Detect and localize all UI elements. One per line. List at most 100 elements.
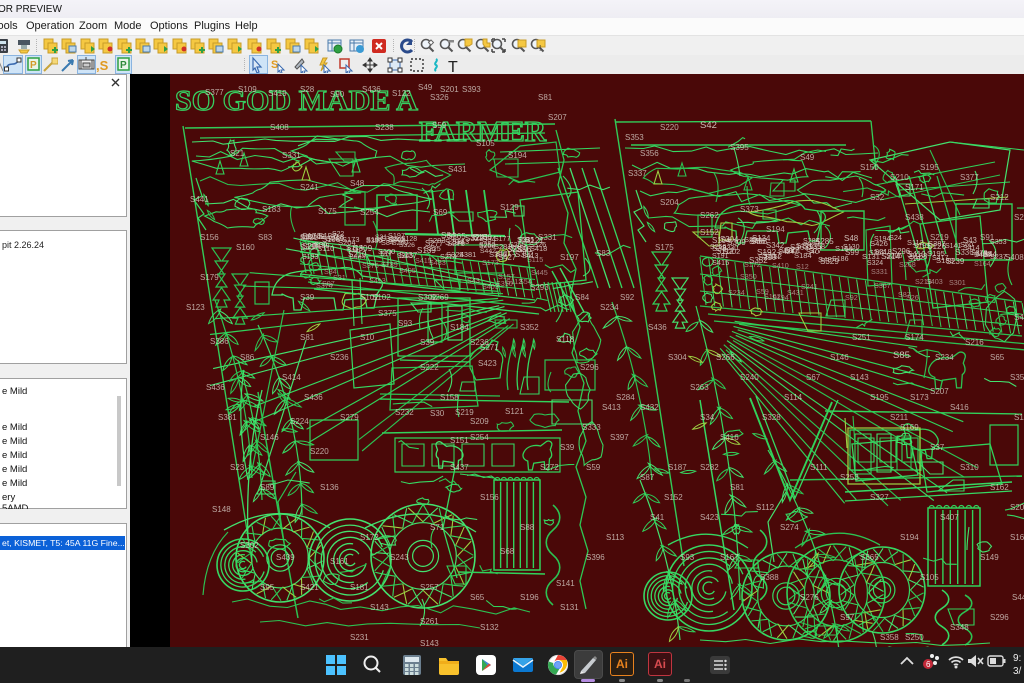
svg-text:S386: S386 <box>210 337 229 346</box>
svg-text:S279: S279 <box>340 413 359 422</box>
svg-text:S160: S160 <box>236 243 255 252</box>
svg-text:S136: S136 <box>320 483 339 492</box>
svg-text:S81: S81 <box>538 93 553 102</box>
svg-text:S416: S416 <box>950 403 969 412</box>
svg-text:S39: S39 <box>420 338 435 347</box>
svg-text:S241: S241 <box>801 282 818 291</box>
svg-text:S403: S403 <box>482 282 499 291</box>
svg-text:S436: S436 <box>304 393 323 402</box>
svg-text:S220: S220 <box>660 123 679 132</box>
svg-text:S234: S234 <box>935 353 954 362</box>
svg-text:S90: S90 <box>330 90 345 99</box>
svg-text:S143: S143 <box>370 603 389 612</box>
svg-text:S28: S28 <box>300 85 315 94</box>
svg-text:S254: S254 <box>360 208 379 217</box>
svg-text:S444: S444 <box>349 252 366 261</box>
svg-text:S97: S97 <box>322 279 335 288</box>
svg-text:S433: S433 <box>429 258 446 267</box>
svg-text:S331: S331 <box>282 151 301 160</box>
svg-text:S413: S413 <box>602 403 621 412</box>
svg-text:S65: S65 <box>470 593 485 602</box>
svg-text:S352: S352 <box>520 323 539 332</box>
svg-text:S109: S109 <box>238 85 257 94</box>
svg-text:S426: S426 <box>870 239 888 248</box>
svg-text:S32: S32 <box>870 193 885 202</box>
svg-text:S219: S219 <box>455 408 474 417</box>
svg-text:S59: S59 <box>756 287 769 296</box>
svg-text:S143: S143 <box>420 639 439 647</box>
svg-text:S413: S413 <box>369 276 386 285</box>
svg-text:S348: S348 <box>950 623 969 632</box>
svg-text:S65: S65 <box>990 353 1005 362</box>
svg-text:S143: S143 <box>850 373 869 382</box>
svg-text:S95: S95 <box>260 583 275 592</box>
svg-text:S86: S86 <box>240 353 255 362</box>
svg-text:S257: S257 <box>420 583 439 592</box>
svg-text:S69: S69 <box>433 208 448 217</box>
svg-text:S213: S213 <box>915 277 932 286</box>
svg-text:S81: S81 <box>730 483 745 492</box>
svg-text:S224: S224 <box>290 417 309 426</box>
svg-text:S293: S293 <box>530 283 549 292</box>
svg-text:S173: S173 <box>910 393 929 402</box>
svg-text:S236: S236 <box>330 353 349 362</box>
svg-text:S39: S39 <box>300 293 315 302</box>
svg-text:S18: S18 <box>330 233 345 242</box>
svg-text:S304: S304 <box>720 235 739 244</box>
svg-text:S195: S195 <box>920 163 939 172</box>
svg-text:S23: S23 <box>230 463 245 472</box>
svg-text:S71: S71 <box>430 523 445 532</box>
svg-text:S201: S201 <box>440 85 459 94</box>
svg-text:S162: S162 <box>990 483 1009 492</box>
svg-text:S34: S34 <box>324 267 337 276</box>
svg-text:P: P <box>120 60 127 71</box>
svg-text:S337: S337 <box>628 169 647 178</box>
svg-text:S168: S168 <box>1010 533 1024 542</box>
svg-text:S444: S444 <box>1012 593 1024 602</box>
svg-text:S37: S37 <box>930 443 945 452</box>
svg-text:S186: S186 <box>832 255 849 263</box>
svg-text:S41: S41 <box>650 513 665 522</box>
svg-text:S393: S393 <box>462 85 481 94</box>
svg-text:S268: S268 <box>899 260 916 269</box>
svg-text:T: T <box>448 59 458 75</box>
svg-text:S92: S92 <box>300 232 314 241</box>
svg-text:S367: S367 <box>874 281 891 290</box>
svg-text:S272: S272 <box>540 463 559 472</box>
svg-text:S350: S350 <box>740 272 757 281</box>
svg-text:S410: S410 <box>772 261 789 270</box>
svg-text:S436: S436 <box>206 383 225 392</box>
svg-text:S83: S83 <box>596 249 611 258</box>
svg-text:S148: S148 <box>212 505 231 514</box>
svg-text:S84: S84 <box>575 293 590 302</box>
svg-text:S12: S12 <box>796 262 809 271</box>
svg-text:S345: S345 <box>397 253 413 260</box>
svg-text:S261: S261 <box>420 617 439 626</box>
svg-text:S414: S414 <box>282 373 301 382</box>
svg-text:S115: S115 <box>527 255 543 264</box>
svg-text:S194: S194 <box>508 151 527 160</box>
svg-text:S253: S253 <box>840 473 859 482</box>
svg-text:S219: S219 <box>930 233 949 242</box>
svg-text:S138: S138 <box>975 250 992 258</box>
svg-text:S175: S175 <box>655 243 674 252</box>
svg-text:S376: S376 <box>362 261 379 270</box>
svg-text:S324: S324 <box>867 260 883 267</box>
svg-text:S131: S131 <box>560 603 579 612</box>
svg-text:S234: S234 <box>600 303 619 312</box>
svg-text:S438: S438 <box>905 213 924 222</box>
svg-text:S358: S358 <box>808 242 825 251</box>
svg-text:S152: S152 <box>664 493 683 502</box>
svg-text:S43: S43 <box>963 236 977 245</box>
svg-text:S439: S439 <box>276 553 295 562</box>
svg-text:S193: S193 <box>302 254 318 261</box>
svg-text:S216: S216 <box>965 338 984 347</box>
svg-text:S189: S189 <box>381 260 398 269</box>
svg-text:S304: S304 <box>668 353 687 362</box>
svg-text:S397: S397 <box>610 433 629 442</box>
svg-text:S436: S436 <box>362 85 381 94</box>
svg-text:S282: S282 <box>700 463 719 472</box>
svg-text:,S: ,S <box>96 58 109 73</box>
svg-text:S212: S212 <box>990 193 1009 202</box>
svg-text:6: 6 <box>926 660 931 669</box>
